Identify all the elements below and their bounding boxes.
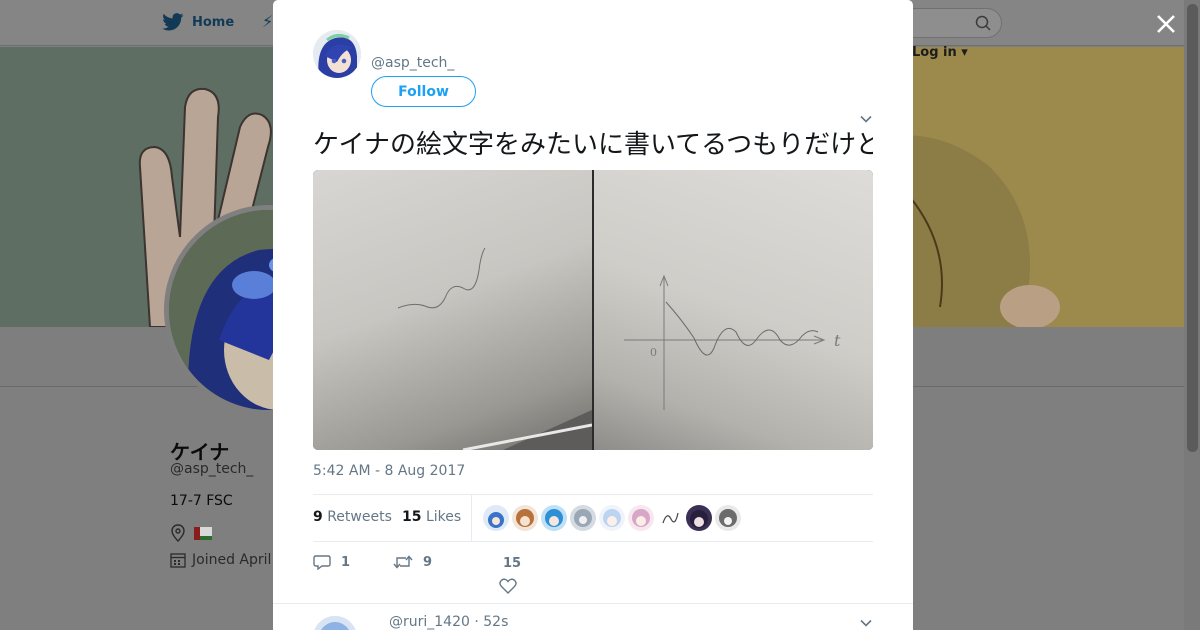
profile-joined: Joined April [170,552,271,568]
moments-icon[interactable]: ⚡ [262,12,273,31]
tweet-photo-2[interactable]: t 0 [594,170,873,450]
liker-avatar[interactable] [483,505,509,531]
author-handle[interactable]: @asp_tech_ [371,55,454,71]
retweets-stat[interactable]: 9 Retweets [313,509,392,525]
login-label: Log in [912,45,957,60]
location-icon [171,524,185,542]
stats-divider [471,495,472,541]
liker-avatar[interactable] [570,505,596,531]
liker-avatar[interactable] [512,505,538,531]
retweet-count: 9 [423,554,433,570]
login-menu[interactable]: Log in ▾ [912,45,968,60]
graph-t-label: t [834,331,841,350]
tweet-text: ケイナの絵文字をみたいに書いてるつもりだけど誰か表情やっている [313,130,873,160]
profile-handle: @asp_tech_ [170,461,254,477]
tweet-timestamp[interactable]: 5:42 AM - 8 Aug 2017 [313,463,465,479]
banner-illustration-character [880,47,1184,327]
liker-avatar[interactable] [657,505,683,531]
scrollbar-thumb[interactable] [1187,4,1198,452]
heart-icon[interactable] [499,578,517,594]
liker-avatar[interactable] [599,505,625,531]
calendar-icon [170,553,186,568]
profile-bio: 17-7 FSC [170,493,233,509]
tweet-permalink-modal: @asp_tech_ Follow ケイナの絵文字をみたいに書いてるつもりだけど… [273,0,913,630]
profile-location [170,524,212,542]
reply-avatar[interactable] [313,616,357,630]
tweet-stats: 9 Retweets 15 Likes [313,494,873,542]
reply-icon [313,555,331,570]
likes-count: 15 [402,509,422,525]
tweet-actions: 1 9 15 [313,552,873,596]
liker-avatar[interactable] [628,505,654,531]
likes-label: Likes [425,509,462,525]
twitter-bird-icon [162,13,184,31]
reply-tweet[interactable]: @ruri_1420 · 52s [273,603,913,630]
liker-avatar[interactable] [715,505,741,531]
graph-origin-label: 0 [650,346,657,359]
liker-avatar[interactable] [686,505,712,531]
page-scrollbar[interactable] [1184,0,1200,630]
reply-meta: @ruri_1420 · 52s [389,614,508,630]
nav-home-link[interactable]: Home [162,13,234,31]
tweet-photo-1[interactable] [313,170,593,450]
chevron-down-icon[interactable] [859,112,873,126]
flag-icon [194,526,212,540]
profile-joined-label: Joined April [192,552,272,568]
reply-count: 1 [341,554,351,570]
likers-avatars [483,505,741,531]
like-count: 15 [503,556,522,571]
search-input[interactable] [900,8,1002,38]
reply-handle[interactable]: @ruri_1420 [389,614,470,630]
retweet-icon [393,555,413,569]
search-icon [975,15,991,31]
retweets-count: 9 [313,509,323,525]
reply-button[interactable]: 1 [313,554,350,570]
follow-button[interactable]: Follow [371,76,476,107]
author-avatar[interactable] [313,30,361,78]
retweet-button[interactable]: 9 [393,554,432,570]
likes-stat[interactable]: 15 Likes [402,509,461,525]
close-icon[interactable] [1154,12,1178,36]
liker-avatar[interactable] [541,505,567,531]
chevron-down-icon[interactable] [859,616,873,630]
reply-separator: · [474,614,484,630]
tweet-media: t 0 [313,170,873,450]
nav-home-label: Home [192,14,235,30]
reply-age[interactable]: 52s [483,614,508,630]
retweets-label: Retweets [327,509,392,525]
